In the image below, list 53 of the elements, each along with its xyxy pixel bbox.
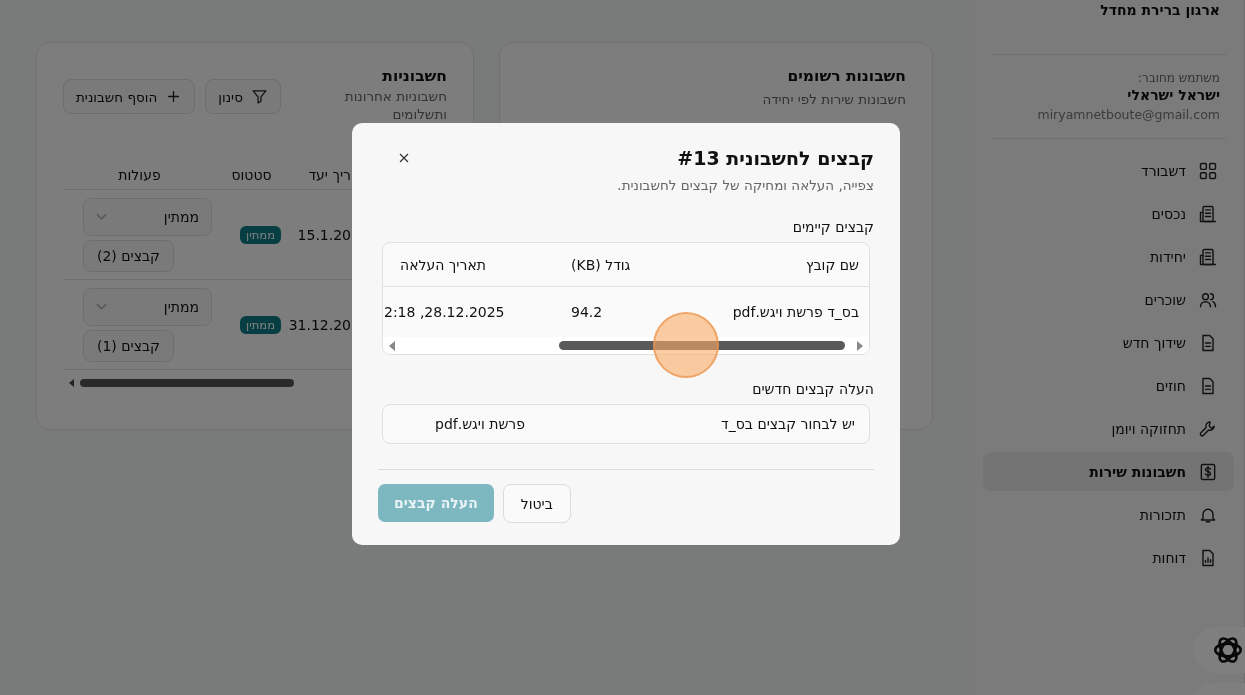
chevron-down-icon: [96, 213, 107, 220]
column-header: תאריך העלאה: [399, 256, 487, 273]
files-button[interactable]: קבצים (1): [83, 329, 174, 362]
filter-button[interactable]: סינון: [205, 79, 281, 114]
dialog-subtitle: צפייה, העלאה ומחיקה של קבצים לחשבונית.: [616, 177, 874, 193]
column-header: סטטוס: [230, 167, 273, 183]
cancel-button[interactable]: ביטול: [502, 484, 571, 523]
status-dropdown[interactable]: ממתין: [83, 287, 212, 326]
dollar-receipt-icon: [1198, 461, 1218, 482]
column-header: ריך יעד: [307, 167, 351, 183]
horizontal-scrollbar[interactable]: [383, 337, 869, 354]
table-cell-text: 28.12.2025, 2:18: [383, 304, 506, 320]
organization-name: ארגון ברירת מחדל: [1099, 1, 1221, 20]
nav-item[interactable]: דוחות: [983, 538, 1234, 577]
card-subtitle: חשבוניות אחרונות ותשלומים: [343, 87, 447, 124]
status-dropdown[interactable]: ממתין: [83, 197, 212, 236]
file-input[interactable]: יש לבחור קבצים בס_ד פרשת ויגש.pdf: [382, 404, 870, 444]
nav-item[interactable]: דשבורד: [983, 151, 1234, 190]
nav-item[interactable]: תזכורות: [983, 495, 1234, 534]
section-label: העלה קבצים חדשים: [751, 381, 874, 397]
building-icon: [1198, 203, 1218, 224]
add-invoice-button[interactable]: הוסף חשבונית: [63, 79, 196, 114]
table-cell-text: 94.2: [570, 304, 604, 320]
user-name: ישראל ישראלי: [1126, 87, 1220, 103]
card-subtitle: חשבונות שירות לפי יחידה: [761, 91, 906, 107]
nav-item[interactable]: שוכרים: [983, 280, 1234, 319]
status-badge: ממתין: [240, 225, 281, 244]
column-header: פעולות: [117, 167, 162, 183]
nav-item[interactable]: חוזים: [983, 366, 1234, 405]
table-cell-text: 15.1.20: [296, 226, 351, 243]
nav-item[interactable]: יחידות: [983, 237, 1234, 276]
section-label: קבצים קיימים: [791, 219, 874, 235]
filter-icon: [250, 88, 268, 105]
table-cell: 31.12.20: [289, 316, 351, 333]
user-email: miryamnetboute@gmail.com: [1036, 107, 1220, 122]
assistant-button[interactable]: [1193, 627, 1245, 673]
column-header: גודל (KB): [570, 256, 632, 273]
grid-icon: [1198, 160, 1218, 181]
nav-item[interactable]: חשבונות שירות: [983, 452, 1234, 491]
building-icon: [1198, 246, 1218, 267]
wrench-icon: [1198, 418, 1218, 439]
table-cell-text: בס_ד פרשת ויגש.pdf: [731, 304, 860, 320]
nav-item[interactable]: שידוך חדש: [983, 323, 1234, 362]
user-label: משתמש מחובר:: [1136, 71, 1220, 85]
nav-item[interactable]: נכסים: [983, 194, 1234, 233]
chevron-down-icon: [96, 303, 107, 310]
dialog-title: קבצים לחשבונית #13: [677, 147, 874, 169]
nav-item[interactable]: תחזוקה ויומן: [983, 409, 1234, 448]
column-header: שם קובץ: [804, 256, 860, 273]
status-badge: ממתין: [240, 315, 281, 334]
card-title: חשבונות רשומים: [786, 67, 906, 85]
files-button[interactable]: קבצים (2): [83, 239, 174, 272]
card-title: חשבוניות: [381, 67, 447, 85]
